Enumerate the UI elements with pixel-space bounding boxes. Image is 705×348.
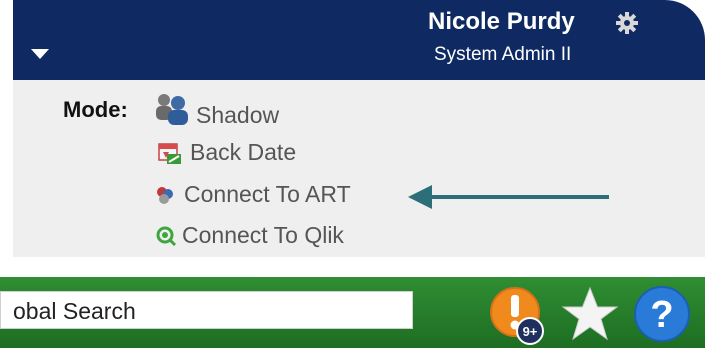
global-search-input[interactable]: obal Search [0,291,413,329]
search-bar: obal Search 9+ ? [0,277,705,348]
mode-connect-art[interactable]: Connect To ART [153,181,351,208]
help-icon[interactable]: ? [633,285,691,343]
mode-back-date[interactable]: Back Date [155,138,296,166]
calendar-icon [158,143,181,164]
arrow-left-icon [408,185,432,209]
mode-connect-qlik[interactable]: Connect To Qlik [155,222,344,249]
alert-icon[interactable]: 9+ [490,284,548,346]
svg-text:?: ? [650,294,673,336]
alert-badge: 9+ [523,324,538,339]
mode-item-label: Connect To ART [184,181,351,207]
chevron-down-icon[interactable] [31,49,49,59]
qlik-icon [156,226,177,246]
user-role: System Admin II [434,44,572,65]
users-icon [156,94,188,125]
mode-shadow[interactable]: Shadow [153,92,280,128]
mode-item-label: Back Date [190,138,297,165]
mode-item-label: Shadow [196,101,280,128]
mode-panel: Mode: Shadow Back Date Connect To ART Co… [13,80,705,257]
user-name[interactable]: Nicole Purdy [428,8,575,36]
pointer-arrow-line [429,195,609,199]
mode-label: Mode: [63,97,128,122]
top-header: Nicole Purdy System Admin II [13,0,705,80]
star-icon[interactable] [560,285,620,345]
mode-item-label: Connect To Qlik [182,222,344,248]
art-icon [157,186,173,204]
gear-icon[interactable] [615,11,639,35]
